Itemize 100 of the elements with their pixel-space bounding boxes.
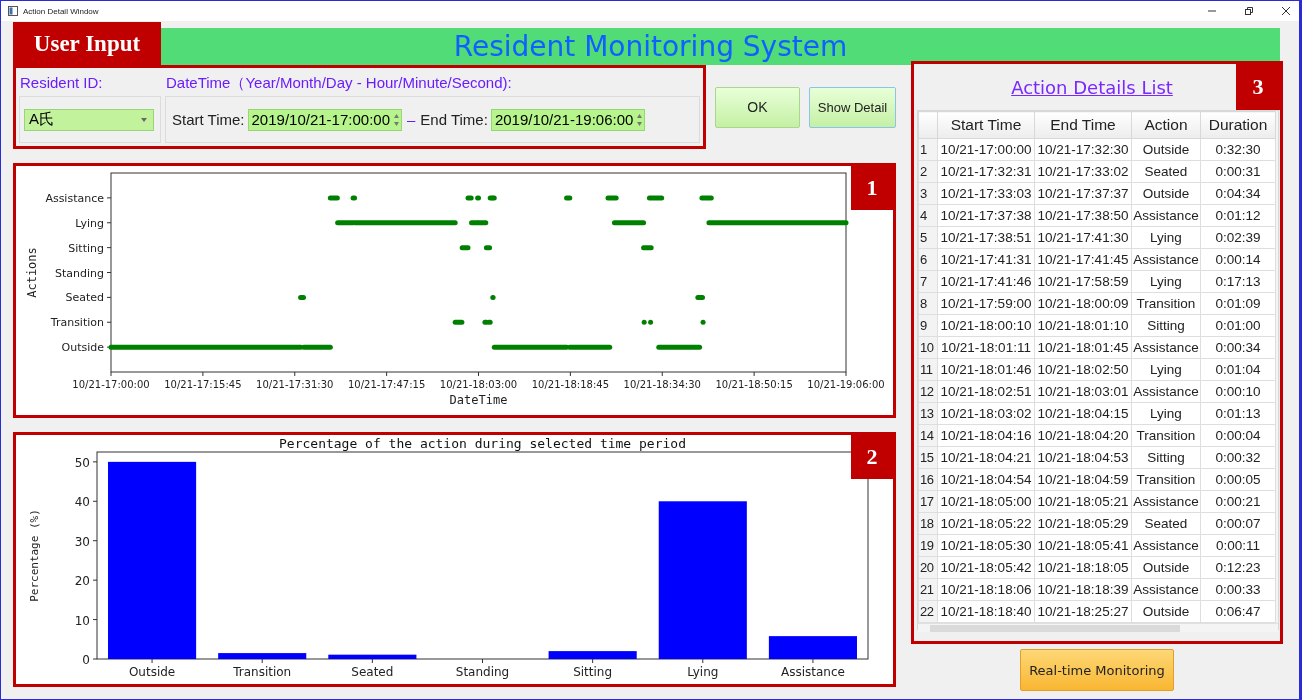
table-cell: 0:00:11 <box>1200 534 1276 557</box>
table-cell: 10/21-18:04:59 <box>1034 468 1132 491</box>
x-tick-label: Outside <box>128 665 176 679</box>
restore-button[interactable] <box>1244 6 1254 16</box>
x-tick: 10/21-17:00:00 <box>72 371 150 390</box>
table-cell: 0:01:09 <box>1200 292 1276 315</box>
row-number: 1 <box>918 138 938 161</box>
y-tick: 30 <box>74 534 98 549</box>
table-cell: 10/21-18:18:40 <box>937 600 1035 623</box>
row-number: 15 <box>918 446 938 469</box>
start-time-field[interactable]: 2019/10/21-17:00:00 <box>247 108 402 131</box>
x-tick-label: Sitting <box>573 665 613 679</box>
column-header[interactable]: Start Time <box>937 111 1035 139</box>
table-cell: 10/21-18:18:39 <box>1034 578 1132 601</box>
table-cell: 10/21-17:33:02 <box>1034 160 1132 183</box>
section-badge: 1 <box>851 166 893 210</box>
axis-label: Percentage (%) <box>28 509 41 602</box>
table-cell: 0:32:30 <box>1200 138 1276 161</box>
x-tick-label: Seated <box>351 665 394 679</box>
ok-button[interactable]: OK <box>714 86 800 128</box>
table-cell: Transition <box>1131 292 1201 315</box>
table-cell: 0:00:21 <box>1200 490 1276 513</box>
section-badge: 3 <box>1236 64 1280 110</box>
table-cell: Seated <box>1131 160 1201 183</box>
realtime-monitoring-button[interactable]: Real-time Monitoring <box>1020 649 1174 691</box>
row-number: 10 <box>918 336 938 359</box>
table-cell: Assistance <box>1131 578 1201 601</box>
x-tick: Assistance <box>780 658 845 679</box>
row-number: 6 <box>918 248 938 271</box>
table-cell: 0:01:00 <box>1200 314 1276 337</box>
table-cell: 10/21-17:41:46 <box>937 270 1035 293</box>
show-detail-button[interactable]: Show Detail <box>809 86 896 128</box>
horizontal-scrollbar[interactable] <box>918 623 1278 632</box>
table-cell: 0:06:47 <box>1200 600 1276 623</box>
close-button[interactable] <box>1281 6 1291 16</box>
axis-label: Actions <box>25 247 39 298</box>
row-number: 19 <box>918 534 938 557</box>
table-cell: 10/21-17:41:31 <box>937 248 1035 271</box>
x-tick: 10/21-18:34:30 <box>623 371 701 390</box>
y-tick-label: 40 <box>74 495 90 510</box>
table-cell: 0:00:04 <box>1200 424 1276 447</box>
table-cell: 10/21-17:38:50 <box>1034 204 1132 227</box>
x-tick-label: Lying <box>687 665 719 679</box>
app-icon <box>8 6 18 16</box>
row-number: 12 <box>918 380 938 403</box>
y-tick: 20 <box>74 574 98 589</box>
row-number: 17 <box>918 490 938 513</box>
row-number: 18 <box>918 512 938 535</box>
x-tick: Lying <box>687 658 719 679</box>
y-tick: Sitting <box>68 241 112 255</box>
y-tick-label: 50 <box>74 455 90 470</box>
column-header[interactable]: Duration <box>1200 111 1276 139</box>
field-label: Resident ID: <box>19 73 104 93</box>
table-cell: 10/21-18:04:16 <box>937 424 1035 447</box>
y-tick: 50 <box>74 455 98 470</box>
column-header[interactable]: Action <box>1131 111 1201 139</box>
table-cell: 0:17:13 <box>1200 270 1276 293</box>
table-cell: 0:00:07 <box>1200 512 1276 535</box>
y-tick: Standing <box>55 266 112 280</box>
table-cell: 0:04:34 <box>1200 182 1276 205</box>
table-cell: 10/21-17:41:45 <box>1034 248 1132 271</box>
row-number: 20 <box>918 556 938 579</box>
table-cell: 10/21-18:05:22 <box>937 512 1035 535</box>
table-cell: Lying <box>1131 402 1201 425</box>
table-cell: 10/21-18:04:54 <box>937 468 1035 491</box>
table-cell: 0:00:33 <box>1200 578 1276 601</box>
table-cell: Lying <box>1131 358 1201 381</box>
table-cell: 0:00:14 <box>1200 248 1276 271</box>
panel-title[interactable]: Action Details List <box>1011 76 1173 98</box>
window-title: Action Detail Window <box>23 6 99 16</box>
table-cell: 0:01:04 <box>1200 358 1276 381</box>
table-cell: 10/21-18:03:01 <box>1034 380 1132 403</box>
table-cell: 10/21-18:04:21 <box>937 446 1035 469</box>
section-badge: 2 <box>851 435 893 479</box>
section-badge: User Input <box>13 22 161 65</box>
table-cell: 10/21-17:58:59 <box>1034 270 1132 293</box>
table-cell: 10/21-18:02:50 <box>1034 358 1132 381</box>
end-time-field[interactable]: 2019/10/21-19:06:00 <box>490 108 646 131</box>
table-cell: 10/21-18:05:21 <box>1034 490 1132 513</box>
column-header[interactable]: End Time <box>1034 111 1132 139</box>
table-cell: 10/21-18:04:15 <box>1034 402 1132 425</box>
table-cell: 10/21-17:00:00 <box>937 138 1035 161</box>
row-number: 5 <box>918 226 938 249</box>
x-tick: Sitting <box>573 658 613 679</box>
row-number: 11 <box>918 358 938 381</box>
table-cell: 0:01:12 <box>1200 204 1276 227</box>
field-label: Start Time: <box>172 111 245 128</box>
y-tick: 40 <box>74 495 98 510</box>
x-tick: 10/21-17:47:15 <box>347 371 426 390</box>
row-number: 16 <box>918 468 938 491</box>
x-tick: 10/21-18:50:15 <box>715 371 793 390</box>
table-cell: 10/21-17:59:00 <box>937 292 1035 315</box>
field-label: End Time: <box>420 111 488 128</box>
table-cell: 10/21-18:01:10 <box>1034 314 1132 337</box>
x-tick-label: Standing <box>455 665 510 679</box>
y-tick: Seated <box>65 291 112 305</box>
table-cell: Outside <box>1131 182 1201 205</box>
row-number: 13 <box>918 402 938 425</box>
table-cell: 0:12:23 <box>1200 556 1276 579</box>
resident-dropdown[interactable]: A氏 <box>24 108 154 131</box>
